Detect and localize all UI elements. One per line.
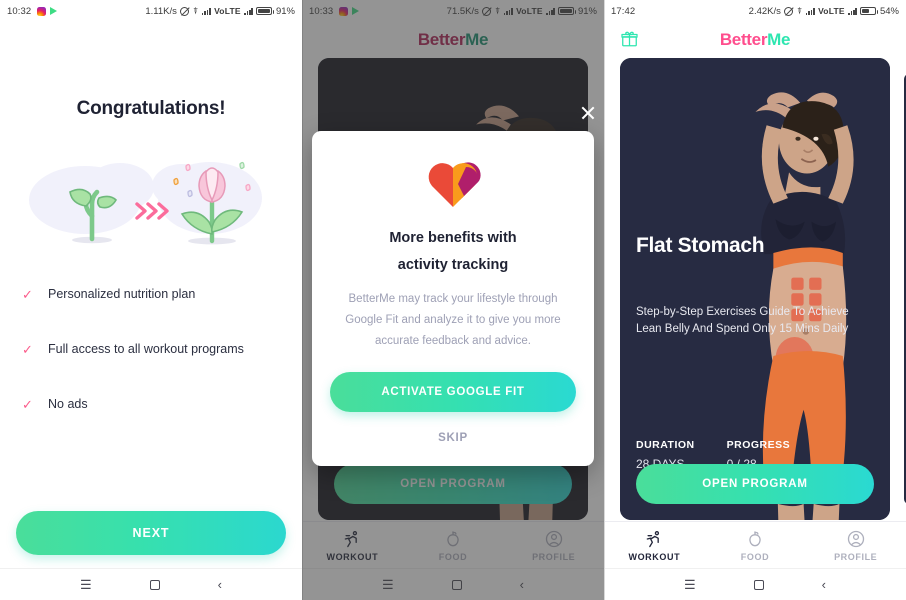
battery-icon [256, 7, 275, 15]
android-nav-bar: ☰ ‹ [0, 568, 302, 600]
gift-icon [621, 31, 638, 47]
benefit-item: ✓ No ads [22, 390, 302, 418]
running-person-icon [646, 530, 660, 547]
signal-bars-2-icon [848, 7, 857, 15]
benefit-label: No ads [48, 397, 88, 411]
panel-congratulations: 10:32 1.11K/s ⍒ VoLTE 91% Congratulation… [0, 0, 302, 600]
status-right-icons: 1.11K/s ⍒ VoLTE 91% [145, 6, 295, 17]
benefit-label: Full access to all workout programs [48, 342, 244, 356]
status-time: 17:42 [611, 5, 636, 17]
status-notification-icons [37, 6, 58, 16]
signal-bars-2-icon [244, 7, 253, 15]
close-icon[interactable] [578, 103, 598, 123]
home-square-icon[interactable] [149, 579, 160, 590]
signal-bars-1-icon [201, 7, 211, 15]
status-bar: 17:42 2.42K/s ⍒ VoLTE 54% [604, 0, 906, 22]
wifi-icon: ⍒ [192, 5, 199, 16]
google-fit-dialog: More benefits with activity tracking Bet… [312, 131, 594, 467]
tab-label: PROFILE [834, 551, 878, 562]
tab-profile[interactable]: PROFILE [805, 522, 906, 568]
battery-percent: 54% [879, 5, 899, 17]
tab-workout[interactable]: WORKOUT [604, 522, 705, 568]
card-title: Flat Stomach [636, 234, 765, 257]
back-chevron-icon[interactable]: ‹ [822, 578, 826, 591]
open-program-button[interactable]: OPEN PROGRAM [636, 464, 874, 504]
benefit-label: Personalized nutrition plan [48, 287, 196, 301]
activate-google-fit-button[interactable]: ACTIVATE GOOGLE FIT [330, 372, 576, 413]
check-icon: ✓ [22, 396, 33, 412]
dialog-body-line1: BetterMe may track your lifestyle throug… [348, 292, 558, 305]
status-right-icons: 2.42K/s ⍒ VoLTE 54% [749, 6, 899, 17]
tab-label: FOOD [740, 551, 770, 562]
dialog-title: More benefits with activity tracking [330, 225, 576, 279]
page-title: Congratulations! [76, 98, 226, 119]
app-header: BetterMe [604, 22, 906, 58]
user-circle-icon [847, 530, 864, 547]
android-nav-bar: ☰ ‹ [604, 568, 906, 600]
status-time: 10:32 [7, 5, 32, 17]
check-icon: ✓ [22, 286, 33, 302]
wifi-icon: ⍒ [796, 5, 803, 16]
signal-bars-1-icon [805, 7, 815, 15]
panel-divider [604, 0, 605, 600]
tab-food[interactable]: FOOD [705, 522, 806, 568]
card-subtitle: Step-by-Step Exercises Guide To Achieve … [636, 304, 856, 337]
status-netspeed: 2.42K/s [748, 5, 781, 17]
google-fit-heart-icon [428, 162, 481, 207]
dialog-body: BetterMe may track your lifestyle throug… [330, 289, 576, 353]
panel-flat-stomach-program: 17:42 2.42K/s ⍒ VoLTE 54% BetterMe Flat … [604, 0, 906, 600]
skip-button[interactable]: SKIP [330, 426, 576, 450]
dialog-body-line2: Google Fit and analyze it to give you mo… [345, 313, 561, 326]
card-subtitle-line2: Lean Belly And Spend Only 15 Mins Daily [636, 322, 849, 335]
growth-illustration [0, 142, 302, 250]
progress-label: PROGRESS [726, 439, 791, 451]
logo-first-word: Better [719, 30, 768, 49]
app-logo: BetterMe [719, 30, 791, 50]
volte-label: VoLTE [214, 6, 241, 16]
volte-label: VoLTE [818, 6, 845, 16]
status-bar: 10:32 1.11K/s ⍒ VoLTE 91% [0, 0, 302, 22]
menu-icon[interactable]: ☰ [80, 578, 92, 591]
benefits-list: ✓ Personalized nutrition plan ✓ Full acc… [22, 280, 302, 418]
play-store-icon [50, 7, 58, 15]
benefit-item: ✓ Full access to all workout programs [22, 335, 302, 363]
battery-percent: 91% [275, 5, 295, 17]
program-card[interactable]: Flat Stomach Step-by-Step Exercises Guid… [620, 58, 890, 520]
screenshot-root: 10:32 1.11K/s ⍒ VoLTE 91% Congratulation… [0, 0, 906, 600]
panel-google-fit-dialog: 10:33 71.5K/s ⍒ VoLTE 91% [302, 0, 604, 600]
back-chevron-icon[interactable]: ‹ [218, 578, 222, 591]
menu-icon[interactable]: ☰ [684, 578, 696, 591]
next-button[interactable]: NEXT [16, 511, 286, 555]
dialog-body-line3: accurate feedback and advice. [375, 335, 531, 348]
home-square-icon[interactable] [753, 579, 764, 590]
dialog-title-line2: activity tracking [397, 256, 509, 273]
logo-second-word: Me [767, 30, 791, 49]
battery-icon [860, 7, 879, 15]
mute-icon [180, 6, 190, 16]
status-netspeed: 1.11K/s [145, 5, 177, 17]
apple-icon [749, 530, 761, 546]
card-subtitle-line1: Step-by-Step Exercises Guide To Achieve [636, 306, 849, 318]
mute-icon [784, 6, 794, 16]
dialog-title-line1: More benefits with [389, 230, 517, 246]
benefit-item: ✓ Personalized nutrition plan [22, 280, 302, 308]
check-icon: ✓ [22, 341, 33, 357]
instagram-icon [37, 6, 47, 16]
bottom-tab-bar: WORKOUT FOOD PROFILE [604, 521, 906, 568]
tab-label: WORKOUT [628, 551, 681, 562]
duration-label: DURATION [636, 439, 695, 451]
